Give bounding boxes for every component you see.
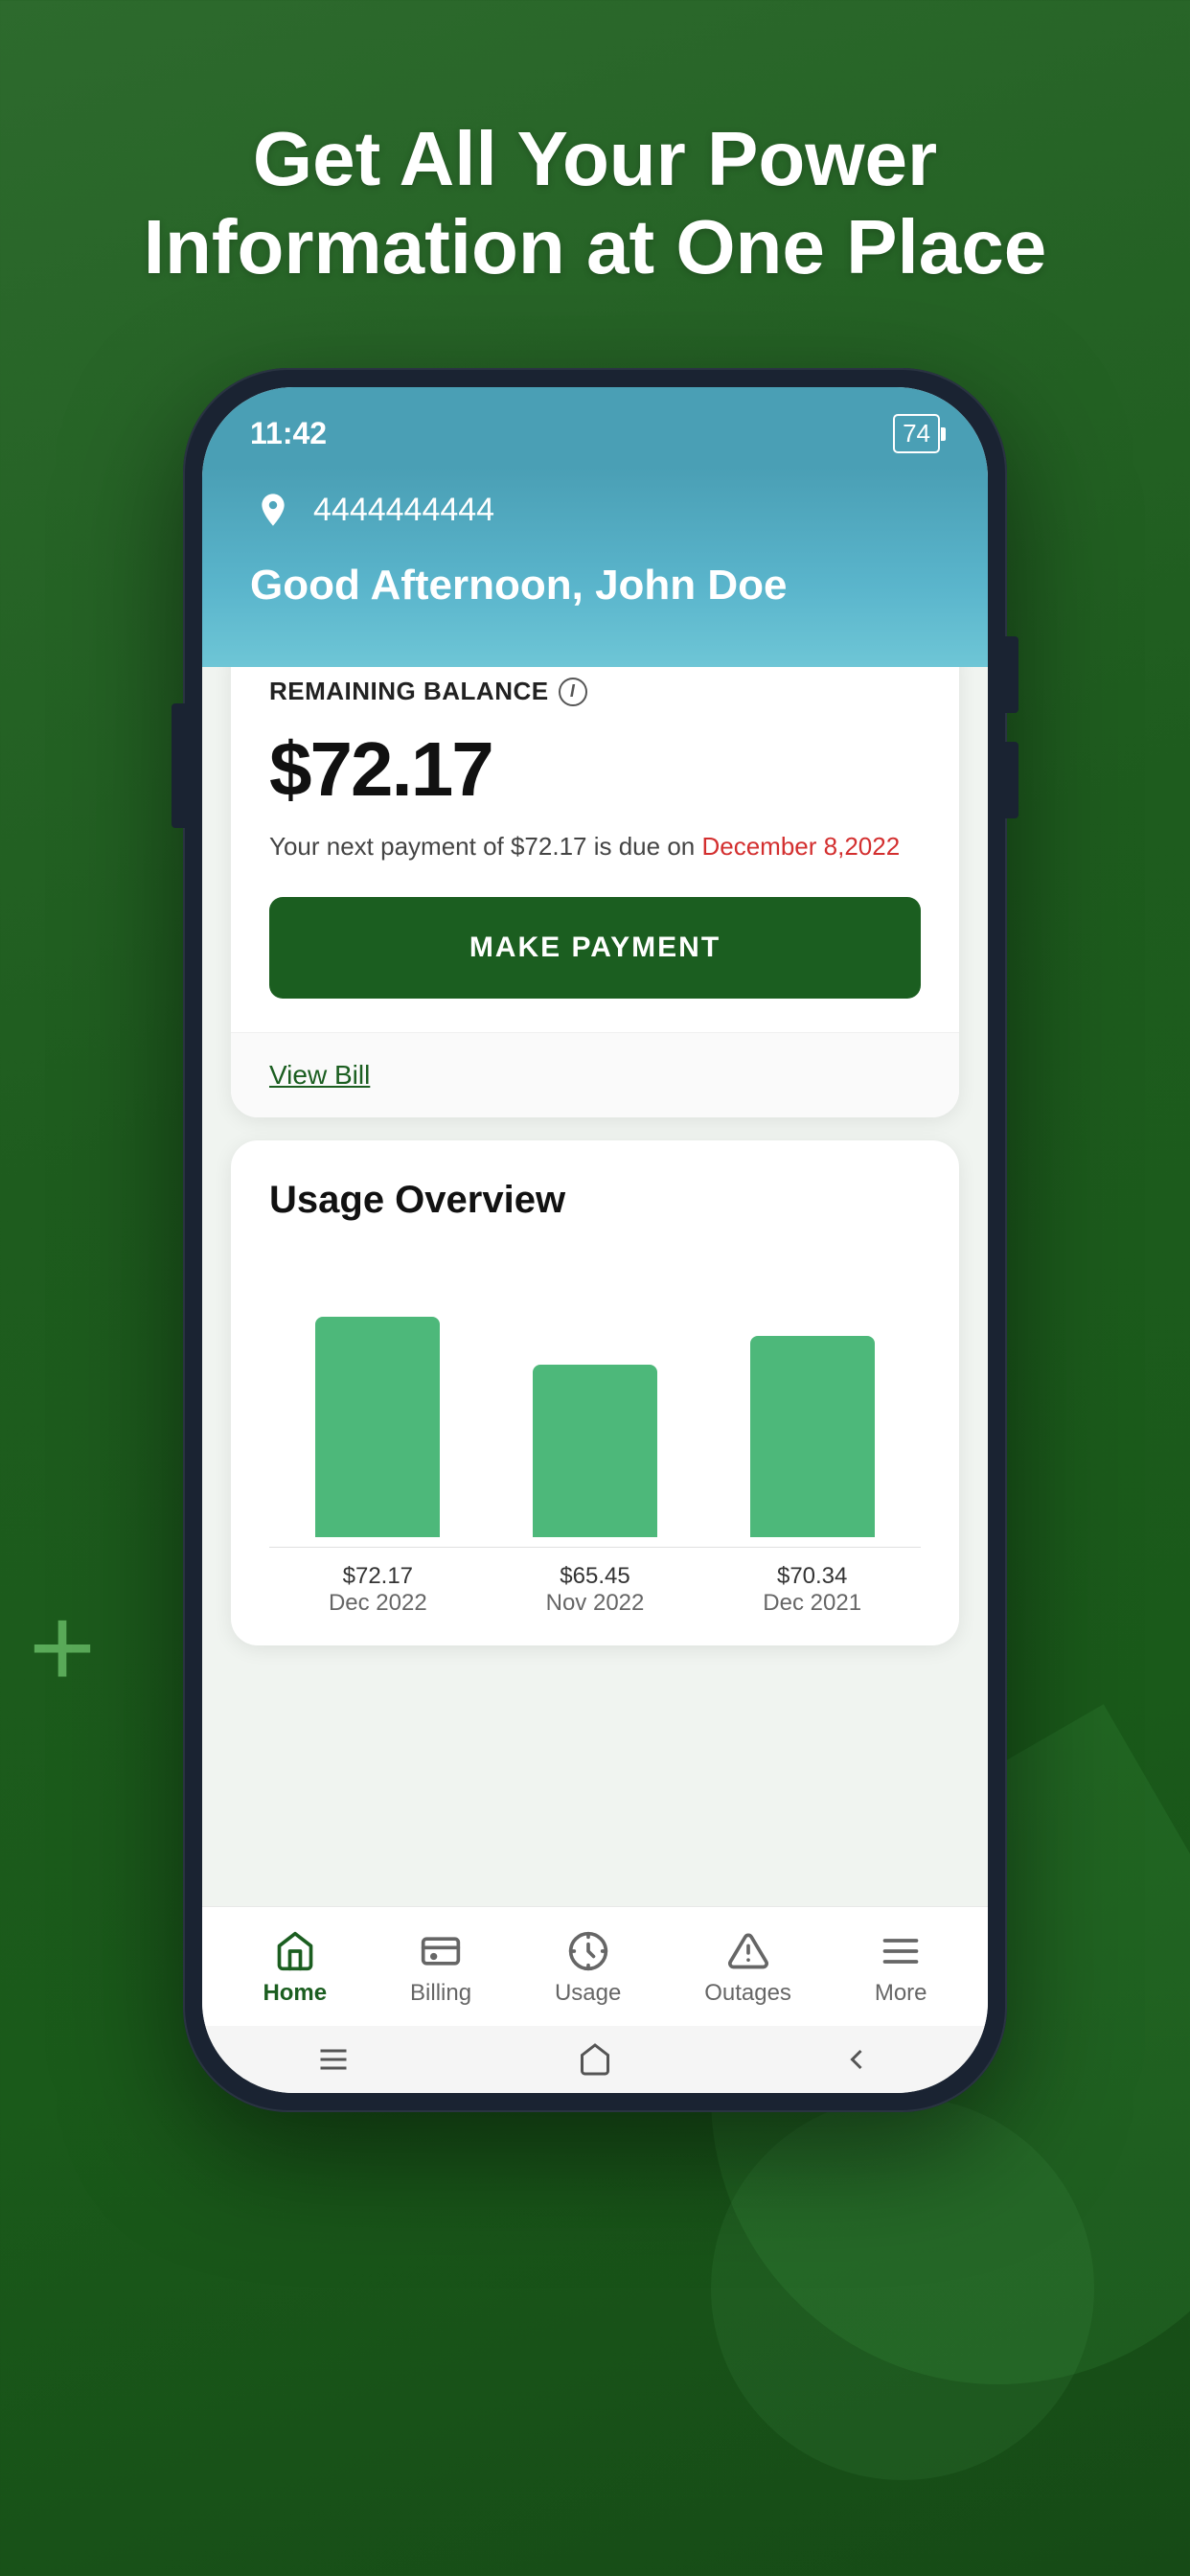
- account-number: 4444444444: [313, 492, 494, 529]
- nav-item-home[interactable]: Home: [263, 1930, 327, 2007]
- power-button: [172, 703, 185, 828]
- location-icon: [250, 487, 296, 533]
- volume-down-button: [1005, 742, 1018, 818]
- balance-amount: $72.17: [269, 725, 921, 814]
- account-row: 4444444444: [250, 487, 940, 533]
- billing-icon: [418, 1930, 464, 1972]
- bar-label-dec2021: $70.34 Dec 2021: [703, 1563, 921, 1617]
- nav-label-usage: Usage: [555, 1980, 621, 2007]
- app-content: REMAINING BALANCE i $72.17 Your next pay…: [202, 667, 988, 1645]
- bar-label-dec2022: $72.17 Dec 2022: [269, 1563, 487, 1617]
- bar-label-nov2022: $65.45 Nov 2022: [487, 1563, 704, 1617]
- bg-decoration-2: [711, 2097, 1094, 2480]
- nav-item-usage[interactable]: Usage: [555, 1930, 621, 2007]
- payment-due-text: Your next payment of $72.17 is due on De…: [269, 829, 921, 863]
- bar-group-2: [533, 1365, 657, 1537]
- bar-month-3: Dec 2021: [703, 1590, 921, 1617]
- bar-amount-3: $70.34: [703, 1563, 921, 1590]
- app-header: 4444444444 Good Afternoon, John Doe: [202, 468, 988, 667]
- scrollable-content: REMAINING BALANCE i $72.17 Your next pay…: [202, 667, 988, 1906]
- usage-chart: [269, 1260, 921, 1548]
- outages-icon: [725, 1930, 771, 1972]
- make-payment-button[interactable]: MAKE PAYMENT: [269, 897, 921, 999]
- bar-nov2022: [533, 1365, 657, 1537]
- view-bill-section: View Bill: [231, 1032, 959, 1117]
- usage-title: Usage Overview: [269, 1179, 921, 1222]
- volume-up-button: [1005, 636, 1018, 713]
- bar-amount-2: $65.45: [487, 1563, 704, 1590]
- bg-plus-icon: +: [29, 1581, 96, 1714]
- more-icon: [878, 1930, 924, 1972]
- android-navigation-bar: [202, 2026, 988, 2093]
- balance-label: REMAINING BALANCE i: [269, 677, 921, 706]
- home-icon: [272, 1930, 318, 1972]
- bar-group-3: [750, 1336, 875, 1537]
- phone-outer-shell: 11:42 74 4444444444 G: [183, 368, 1007, 2112]
- nav-label-more: More: [875, 1980, 927, 2007]
- nav-label-outages: Outages: [704, 1980, 791, 2007]
- balance-card: REMAINING BALANCE i $72.17 Your next pay…: [231, 667, 959, 1117]
- bottom-navigation: Home Billing: [202, 1906, 988, 2026]
- phone-screen: 11:42 74 4444444444 G: [202, 387, 988, 2093]
- page-header: Get All Your Power Information at One Pl…: [0, 115, 1190, 291]
- info-icon[interactable]: i: [559, 678, 587, 706]
- payment-due-date: December 8,2022: [701, 832, 900, 861]
- greeting-text: Good Afternoon, John Doe: [250, 562, 940, 610]
- balance-inner: REMAINING BALANCE i $72.17 Your next pay…: [231, 667, 959, 1032]
- bar-labels: $72.17 Dec 2022 $65.45 Nov 2022 $70.34 D…: [269, 1563, 921, 1617]
- bar-month-2: Nov 2022: [487, 1590, 704, 1617]
- view-bill-link[interactable]: View Bill: [269, 1060, 370, 1090]
- bar-dec2021: [750, 1336, 875, 1537]
- android-home-button[interactable]: [571, 2043, 619, 2076]
- nav-item-outages[interactable]: Outages: [704, 1930, 791, 2007]
- battery-indicator: 74: [893, 414, 940, 453]
- nav-label-home: Home: [263, 1980, 327, 2007]
- nav-label-billing: Billing: [410, 1980, 471, 2007]
- nav-item-more[interactable]: More: [875, 1930, 927, 2007]
- status-bar: 11:42 74: [202, 387, 988, 468]
- status-time: 11:42: [250, 416, 327, 451]
- bar-amount-1: $72.17: [269, 1563, 487, 1590]
- android-menu-button[interactable]: [309, 2043, 357, 2076]
- bar-month-1: Dec 2022: [269, 1590, 487, 1617]
- page-title: Get All Your Power Information at One Pl…: [57, 115, 1133, 291]
- phone-mockup: 11:42 74 4444444444 G: [183, 368, 1007, 2112]
- bar-dec2022: [315, 1317, 440, 1537]
- usage-icon: [565, 1930, 611, 1972]
- android-back-button[interactable]: [833, 2043, 881, 2076]
- usage-card: Usage Overview: [231, 1140, 959, 1645]
- bar-group-1: [315, 1317, 440, 1537]
- nav-item-billing[interactable]: Billing: [410, 1930, 471, 2007]
